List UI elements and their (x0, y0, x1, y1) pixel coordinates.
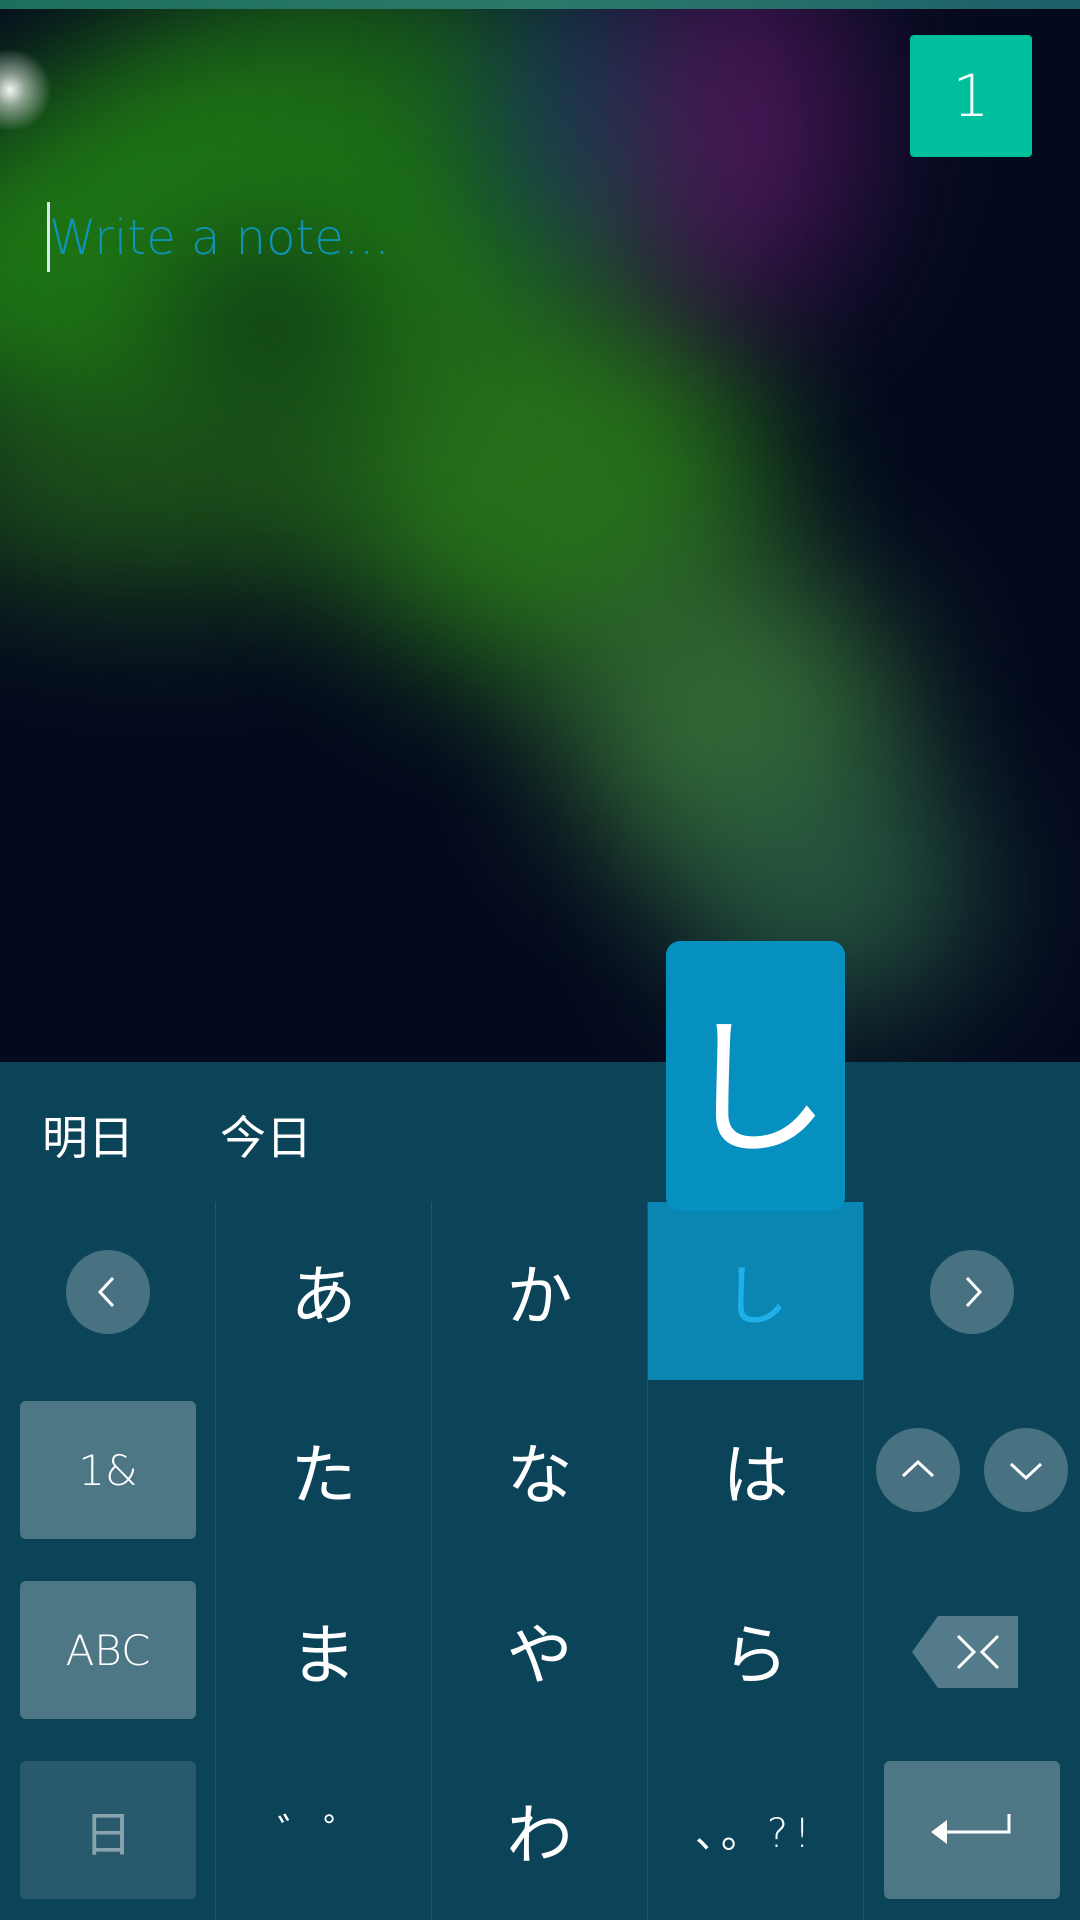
key-label: わ (506, 1797, 573, 1874)
prediction-bar: 明日 今日 (0, 1062, 1080, 1202)
virtual-keyboard: 明日 今日 あ か し 1& た な は ABC ま や ら 日 ゛゜ わ 、。… (0, 1062, 1080, 1920)
chevron-up-icon (901, 1459, 935, 1478)
enter-key[interactable] (884, 1761, 1060, 1899)
kana-key-ka[interactable]: か (432, 1202, 647, 1380)
cursor-right-button[interactable] (930, 1250, 1014, 1334)
kana-key-a[interactable]: あ (216, 1202, 431, 1380)
kana-key-na[interactable]: な (432, 1380, 647, 1560)
backspace-key[interactable] (900, 1602, 1030, 1702)
key-label: ら (722, 1617, 789, 1694)
key-label: な (506, 1437, 573, 1514)
key-label: は (722, 1437, 789, 1514)
punctuation-key[interactable]: 、。?! (648, 1740, 863, 1920)
enter-icon (931, 1814, 1011, 1844)
backspace-icon (912, 1616, 1018, 1688)
cursor-left-button[interactable] (66, 1250, 150, 1334)
note-field[interactable] (44, 198, 844, 278)
key-label: あ (290, 1258, 357, 1335)
kana-key-ha[interactable]: は (648, 1380, 863, 1560)
chevron-right-icon (965, 1276, 983, 1308)
key-label: し (722, 1258, 789, 1335)
kana-key-ya[interactable]: や (432, 1560, 647, 1740)
key-label: 、。?! (694, 1811, 817, 1857)
candidate-down-button[interactable] (984, 1428, 1068, 1512)
note-input[interactable] (44, 198, 844, 278)
key-label: ま (290, 1617, 357, 1694)
kana-key-wa[interactable]: わ (432, 1740, 647, 1920)
kana-key-sa-pressed[interactable]: し (648, 1202, 863, 1380)
prediction-item[interactable]: 今日 (220, 1102, 312, 1168)
key-label: か (506, 1258, 573, 1335)
key-preview-popup: し (666, 941, 845, 1211)
aurora-wallpaper (0, 0, 1080, 1062)
prediction-item[interactable]: 明日 (42, 1102, 134, 1168)
key-divider (863, 1202, 864, 1920)
chevron-down-icon (1009, 1462, 1043, 1481)
symbols-key[interactable]: 1& (20, 1401, 196, 1539)
chevron-left-icon (97, 1276, 115, 1308)
candidate-up-button[interactable] (876, 1428, 960, 1512)
key-label: た (290, 1437, 357, 1514)
key-label: や (506, 1617, 573, 1694)
abc-key[interactable]: ABC (20, 1581, 196, 1719)
kana-key-ra[interactable]: ら (648, 1560, 863, 1740)
key-label: ゛゜ (277, 1811, 370, 1857)
dakuten-key[interactable]: ゛゜ (216, 1740, 431, 1920)
note-count-badge[interactable]: 1 (910, 35, 1032, 157)
language-key[interactable]: 日 (20, 1761, 196, 1899)
text-caret (47, 202, 50, 272)
kana-key-ta[interactable]: た (216, 1380, 431, 1560)
status-strip (0, 0, 1080, 9)
kana-key-ma[interactable]: ま (216, 1560, 431, 1740)
